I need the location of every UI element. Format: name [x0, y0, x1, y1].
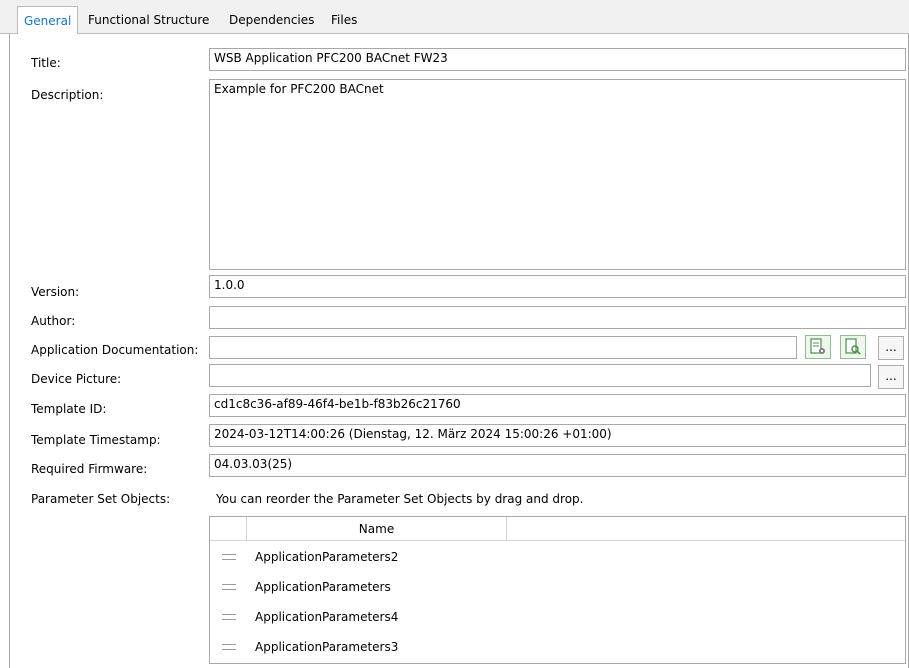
- tab-dependencies[interactable]: Dependencies: [223, 6, 320, 34]
- table-header-name[interactable]: Name: [247, 517, 507, 541]
- tab-functional-structure[interactable]: Functional Structure: [82, 6, 215, 34]
- version-field[interactable]: 1.0.0: [209, 275, 906, 298]
- table-header-filler: [507, 517, 905, 541]
- parameter-set-objects-hint: You can reorder the Parameter Set Object…: [216, 492, 584, 506]
- appdoc-browse-button[interactable]: ...: [878, 336, 904, 360]
- drag-handle-icon[interactable]: [222, 644, 236, 650]
- table-row-name: ApplicationParameters3: [255, 640, 399, 654]
- table-row-name: ApplicationParameters: [255, 580, 391, 594]
- table-row[interactable]: ApplicationParameters2: [210, 542, 905, 572]
- template-timestamp-field[interactable]: 2024-03-12T14:00:26 (Dienstag, 12. März …: [209, 424, 906, 447]
- template-id-label: Template ID:: [31, 402, 107, 416]
- drag-handle-icon[interactable]: [222, 554, 236, 560]
- parameter-set-objects-table: Name ApplicationParameters2 ApplicationP…: [209, 516, 906, 664]
- template-id-field[interactable]: cd1c8c36-af89-46f4-be1b-f83b26c21760: [209, 394, 906, 417]
- tab-files[interactable]: Files: [325, 6, 363, 34]
- table-row[interactable]: ApplicationParameters: [210, 572, 905, 602]
- table-row-name: ApplicationParameters2: [255, 550, 399, 564]
- device-picture-browse-button[interactable]: ...: [878, 365, 904, 389]
- title-label: Title:: [31, 56, 61, 70]
- parameter-set-objects-label: Parameter Set Objects:: [31, 492, 171, 506]
- description-label: Description:: [31, 88, 104, 102]
- table-row[interactable]: ApplicationParameters3: [210, 632, 905, 662]
- template-timestamp-label: Template Timestamp:: [31, 433, 161, 447]
- tab-bar: General Functional Structure Dependencie…: [0, 0, 909, 35]
- doc-settings-icon[interactable]: [805, 335, 831, 359]
- author-field[interactable]: [209, 306, 906, 329]
- drag-handle-icon[interactable]: [222, 614, 236, 620]
- table-header-handle: [210, 517, 247, 541]
- drag-handle-icon[interactable]: [222, 584, 236, 590]
- required-firmware-field[interactable]: 04.03.03(25): [209, 454, 906, 477]
- description-field[interactable]: Example for PFC200 BACnet: [209, 79, 906, 270]
- doc-search-icon[interactable]: [840, 335, 866, 359]
- tab-general[interactable]: General: [17, 6, 79, 35]
- author-label: Author:: [31, 314, 76, 328]
- table-row[interactable]: ApplicationParameters4: [210, 602, 905, 632]
- title-field[interactable]: WSB Application PFC200 BACnet FW23: [209, 48, 906, 71]
- device-picture-field[interactable]: [209, 364, 871, 387]
- table-row-name: ApplicationParameters4: [255, 610, 399, 624]
- application-documentation-field[interactable]: [209, 336, 797, 359]
- device-picture-label: Device Picture:: [31, 372, 122, 386]
- version-label: Version:: [31, 285, 80, 299]
- application-documentation-label: Application Documentation:: [31, 343, 199, 357]
- required-firmware-label: Required Firmware:: [31, 462, 148, 476]
